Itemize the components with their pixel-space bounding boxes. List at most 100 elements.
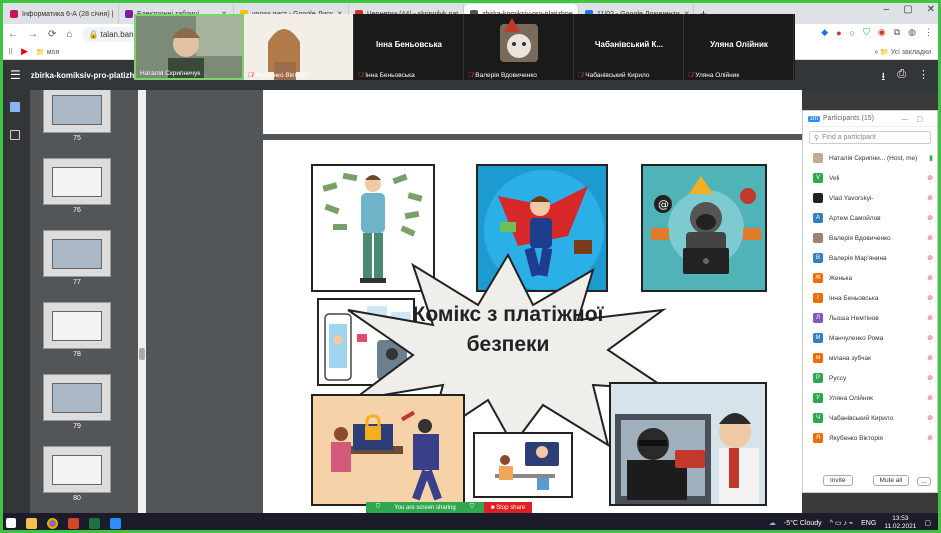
video-tile[interactable]: 🎙̸ Валерія Вдовиченко [464, 14, 574, 80]
participant-row[interactable]: М Манчуленко Рома ⊘ [803, 328, 937, 348]
participant-row[interactable]: У Уляна Олійник ⊘ [803, 388, 937, 408]
page-thumbnail[interactable] [43, 158, 111, 205]
file-explorer-icon[interactable] [26, 517, 37, 529]
video-tile[interactable]: Наталія Скрипничук [134, 14, 244, 80]
participant-row[interactable]: А Артем Самойлов ⊘ [803, 208, 937, 228]
participant-row[interactable]: Ч Чабанівський Кирило ⊘ [803, 408, 937, 428]
puzzle-icon[interactable]: ⧉ [894, 27, 900, 38]
shield-icon[interactable]: ⛉ [863, 27, 870, 38]
home-icon[interactable]: ⌂ [66, 29, 72, 40]
extension-icon[interactable]: ◉ [878, 27, 886, 38]
participant-row[interactable]: Л Льоша Немтінов ⊘ [803, 308, 937, 328]
print-icon[interactable]: ⎙ [897, 68, 906, 87]
video-tile[interactable]: Чабанівський К... 🎙̸ Чабанівський Кирило [574, 14, 684, 80]
chrome-icon[interactable] [47, 517, 58, 529]
page-thumbnail[interactable] [43, 230, 111, 277]
lock-icon: 🔒 [88, 29, 101, 39]
comic-panel-card-thief [609, 382, 767, 506]
video-name-text: Уляна Олійник [695, 72, 740, 79]
language-indicator[interactable]: ENG [861, 520, 876, 527]
thumbnail-page-number: 75 [73, 135, 81, 142]
participant-row[interactable]: V Veli ⊘ [803, 168, 937, 188]
outline-view-icon[interactable] [10, 130, 20, 140]
maximize-icon[interactable]: ▢ [903, 4, 912, 15]
mic-on-icon: ▮ [929, 155, 933, 162]
page-thumbnail[interactable] [43, 302, 111, 349]
more-options-button[interactable]: ... [917, 477, 931, 486]
apps-icon[interactable]: ⠿ [8, 48, 13, 56]
mic-muted-icon: ⊘ [927, 195, 933, 202]
participant-row[interactable]: Наталія Скрипни... (Host, me) ▮ [803, 148, 937, 168]
download-icon[interactable]: ⭳ [881, 68, 885, 87]
page-thumbnail[interactable] [43, 90, 111, 133]
participant-name: Уляна Олійник [829, 394, 873, 402]
notification-icon[interactable]: ▢ [924, 519, 931, 527]
avatar: В [813, 253, 823, 263]
popout-icon[interactable]: ▢ [916, 116, 931, 123]
extension-icon[interactable]: ● [836, 28, 841, 38]
excel-icon[interactable] [89, 517, 100, 529]
video-tile[interactable]: 🎙̸ Якубенко Вікторія [244, 14, 354, 80]
more-icon[interactable]: ⋮ [918, 68, 929, 87]
participant-search-input[interactable]: ⚲ Find a participant [809, 131, 931, 144]
page-thumbnail[interactable] [43, 374, 111, 421]
zoom-logo-icon: zm [808, 115, 820, 122]
pdf-document-area: @ Комікс з платіжної безпеки [146, 90, 802, 513]
extension-icons: ◆ ● ○ ⛉ ◉ ⧉ ◍ ⋮ [821, 27, 933, 38]
thumbnail-page-number: 77 [73, 279, 81, 286]
participant-row[interactable]: Я Якубенко Вікторія ⊘ [803, 428, 937, 448]
thumbnail-page-number: 80 [73, 495, 81, 502]
reload-icon[interactable]: ⟳ [48, 29, 56, 40]
participant-row[interactable]: Валерія Вдовиченко ⊘ [803, 228, 937, 248]
mic-muted-icon: 🎙̸ [468, 72, 474, 79]
thumbnail-content [52, 239, 102, 269]
forward-icon[interactable]: → [28, 29, 38, 40]
minimize-panel-icon[interactable]: — [901, 116, 916, 123]
weather-text[interactable]: -5°C Cloudy [784, 520, 822, 527]
page-thumbnail[interactable] [43, 446, 111, 493]
participant-name: Veli [829, 174, 840, 182]
participant-row[interactable]: І Інна Беньовська ⊘ [803, 288, 937, 308]
video-tile[interactable]: Уляна Олійник 🎙̸ Уляна Олійник [684, 14, 794, 80]
mute-all-button[interactable]: Mute all [872, 475, 910, 486]
thumbnail-view-icon[interactable] [10, 102, 20, 112]
clock[interactable]: 13:53 11.02.2021 [884, 515, 916, 531]
extension-icon[interactable]: ◆ [821, 27, 828, 38]
stop-share-button[interactable]: ■ Stop share [484, 502, 532, 513]
participant-row[interactable]: Р Руссу ⊘ [803, 368, 937, 388]
close-icon[interactable]: ✕ [927, 4, 935, 15]
youtube-icon[interactable]: ▶ [21, 46, 28, 57]
participant-row[interactable]: Ж Женька ⊘ [803, 268, 937, 288]
minimize-icon[interactable]: – [884, 4, 890, 15]
hamburger-menu-icon[interactable]: ☰ [10, 68, 21, 82]
thumbnail-page-number: 79 [73, 423, 81, 430]
extension-icon[interactable]: ○ [850, 28, 855, 38]
participant-row[interactable]: В Валерія Мар'янина ⊘ [803, 248, 937, 268]
thumbnail-page-number: 78 [73, 351, 81, 358]
windows-start-icon[interactable] [6, 518, 16, 528]
menu-icon[interactable]: ⋮ [924, 27, 933, 38]
bookmark-folder[interactable]: 📁 моя [36, 48, 59, 56]
participant-row[interactable]: Vlad Yavorskyi- ⊘ [803, 188, 937, 208]
profile-icon[interactable]: ◍ [908, 27, 916, 38]
browser-tab[interactable]: Інформатика 6-А (28 січня) |✕ [4, 4, 119, 24]
participant-row[interactable]: м мілана зубчак ⊘ [803, 348, 937, 368]
thumbnail-content [52, 455, 102, 485]
avatar [813, 153, 823, 163]
mic-muted-icon: ⊘ [927, 275, 933, 282]
video-tile[interactable]: Інна Беньовська 🎙̸ Інна Беньовська [354, 14, 464, 80]
zoom-icon[interactable] [110, 517, 121, 529]
avatar: Р [813, 373, 823, 383]
thumbnail-scrollbar[interactable] [138, 90, 146, 513]
thumbnail-content [52, 311, 102, 341]
tray-icons[interactable]: ^ ▭ ♪ ⌁ [830, 519, 853, 527]
thumbnail-panel: 75 76 77 78 79 80 [30, 90, 138, 513]
all-bookmarks[interactable]: » 📁 Усі закладки [874, 48, 931, 56]
powerpoint-icon[interactable] [68, 517, 79, 529]
avatar: У [813, 393, 823, 403]
scrollbar-thumb[interactable] [139, 348, 145, 360]
video-name-text: Валерія Вдовиченко [475, 72, 537, 79]
invite-button[interactable]: Invite [823, 475, 853, 486]
back-icon[interactable]: ← [8, 29, 18, 40]
shield-icon: ⛉ [375, 504, 381, 510]
